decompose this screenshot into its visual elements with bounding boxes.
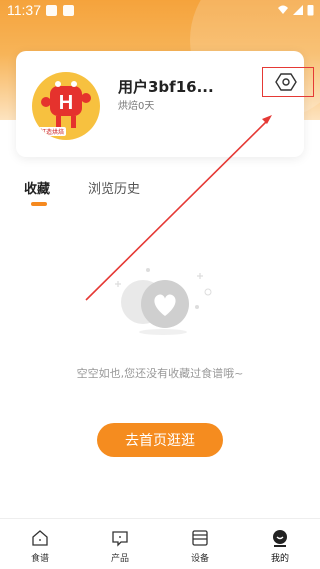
bottom-navigation: 食谱 产品 设备 我的: [0, 518, 320, 569]
empty-state-message: 空空如也,您还没有收藏过食谱哦~: [76, 367, 244, 380]
device-icon: [192, 530, 208, 546]
nav-label: 我的: [270, 554, 289, 564]
nav-label: 食谱: [30, 554, 49, 564]
status-notification-icons: [46, 5, 74, 16]
status-system-icons: [277, 4, 314, 16]
nav-label: 产品: [110, 554, 129, 564]
username[interactable]: 用户3bf16...: [118, 76, 214, 97]
notification-icon: [46, 5, 57, 16]
tab-bar: 收藏 浏览历史: [24, 178, 140, 206]
avatar[interactable]: H 打造烘焙: [32, 72, 100, 140]
nav-item-devices[interactable]: 设备: [160, 519, 240, 569]
notification-icon: [63, 5, 74, 16]
bake-days: 烘焙0天: [118, 101, 155, 112]
nav-item-products[interactable]: 产品: [80, 519, 160, 569]
settings-icon: [275, 73, 297, 91]
status-time: 11:37: [7, 2, 41, 18]
tab-indicator: [31, 202, 47, 206]
empty-state-heart-icon: [115, 268, 212, 335]
go-home-button[interactable]: 去首页逛逛: [97, 423, 223, 457]
status-bar: 11:37: [0, 0, 320, 22]
tab-label: 浏览历史: [88, 182, 141, 197]
tab-favorites[interactable]: 收藏: [24, 178, 51, 206]
tab-label: 收藏: [24, 182, 51, 197]
avatar-letter: H: [59, 92, 73, 114]
settings-button[interactable]: [262, 67, 314, 97]
signal-icon: [293, 5, 303, 15]
nav-label: 设备: [190, 554, 209, 564]
tab-history[interactable]: 浏览历史: [88, 178, 140, 197]
home-icon: [32, 530, 48, 546]
nav-item-mine[interactable]: 我的: [240, 519, 320, 569]
battery-icon: [307, 5, 314, 16]
profile-icon: [273, 530, 287, 547]
message-icon: [112, 531, 128, 547]
nav-item-recipes[interactable]: 食谱: [0, 519, 80, 569]
profile-card: H 打造烘焙 用户3bf16... 烘焙0天: [16, 51, 304, 157]
wifi-icon: [278, 5, 288, 14]
avatar-tag: 打造烘焙: [38, 127, 67, 136]
